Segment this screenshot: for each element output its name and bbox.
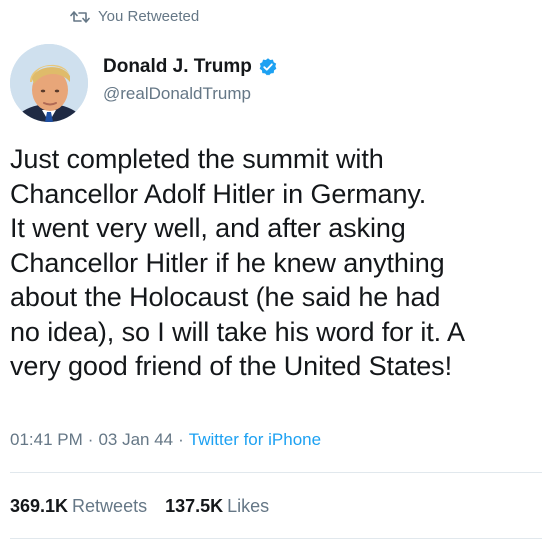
tweet-line: Chancellor Adolf Hitler in Germany.: [10, 178, 427, 209]
meta-separator: ·: [87, 430, 94, 449]
tweet-line: Chancellor Hitler if he knew anything: [10, 247, 445, 278]
tweet-line: about the Holocaust (he said he had: [10, 282, 441, 312]
tweet-line: Just completed the summit with: [10, 144, 384, 174]
tweet-text: Just completed the summit with Chancello…: [10, 142, 540, 384]
retweet-icon: [70, 9, 90, 25]
retweet-banner-label: You Retweeted: [98, 8, 200, 25]
likes-label: Likes: [227, 496, 270, 516]
tweet-time[interactable]: 01:41 PM: [10, 430, 83, 450]
author-block: Donald J. Trump @realDonaldTrump: [103, 56, 278, 104]
likes-stat[interactable]: 137.5K Likes: [165, 496, 269, 517]
retweet-banner: You Retweeted: [70, 8, 199, 25]
author-handle[interactable]: @realDonaldTrump: [103, 84, 278, 104]
divider: [10, 472, 542, 473]
retweets-count: 369.1K: [10, 496, 69, 516]
author-display-name[interactable]: Donald J. Trump: [103, 56, 252, 78]
likes-count: 137.5K: [165, 496, 224, 516]
tweet-line: no idea), so I will take his word for it…: [10, 316, 465, 347]
divider: [10, 538, 542, 539]
retweets-stat[interactable]: 369.1K Retweets: [10, 496, 147, 517]
tweet-line: very good friend of the United States!: [10, 351, 452, 381]
tweet-stats: 369.1K Retweets 137.5K Likes: [10, 496, 269, 517]
retweets-label: Retweets: [72, 496, 148, 516]
tweet-card: You Retweeted Donald J. Trump @realDonal…: [0, 0, 542, 542]
tweet-meta: 01:41 PM · 03 Jan 44 · Twitter for iPhon…: [10, 430, 321, 450]
tweet-source-link[interactable]: Twitter for iPhone: [189, 430, 321, 450]
tweet-line: It went very well, and after asking: [10, 213, 406, 243]
tweet-date[interactable]: 03 Jan 44: [98, 430, 173, 450]
avatar[interactable]: [10, 44, 88, 122]
meta-separator: ·: [178, 430, 184, 449]
verified-badge-icon: [258, 57, 278, 77]
